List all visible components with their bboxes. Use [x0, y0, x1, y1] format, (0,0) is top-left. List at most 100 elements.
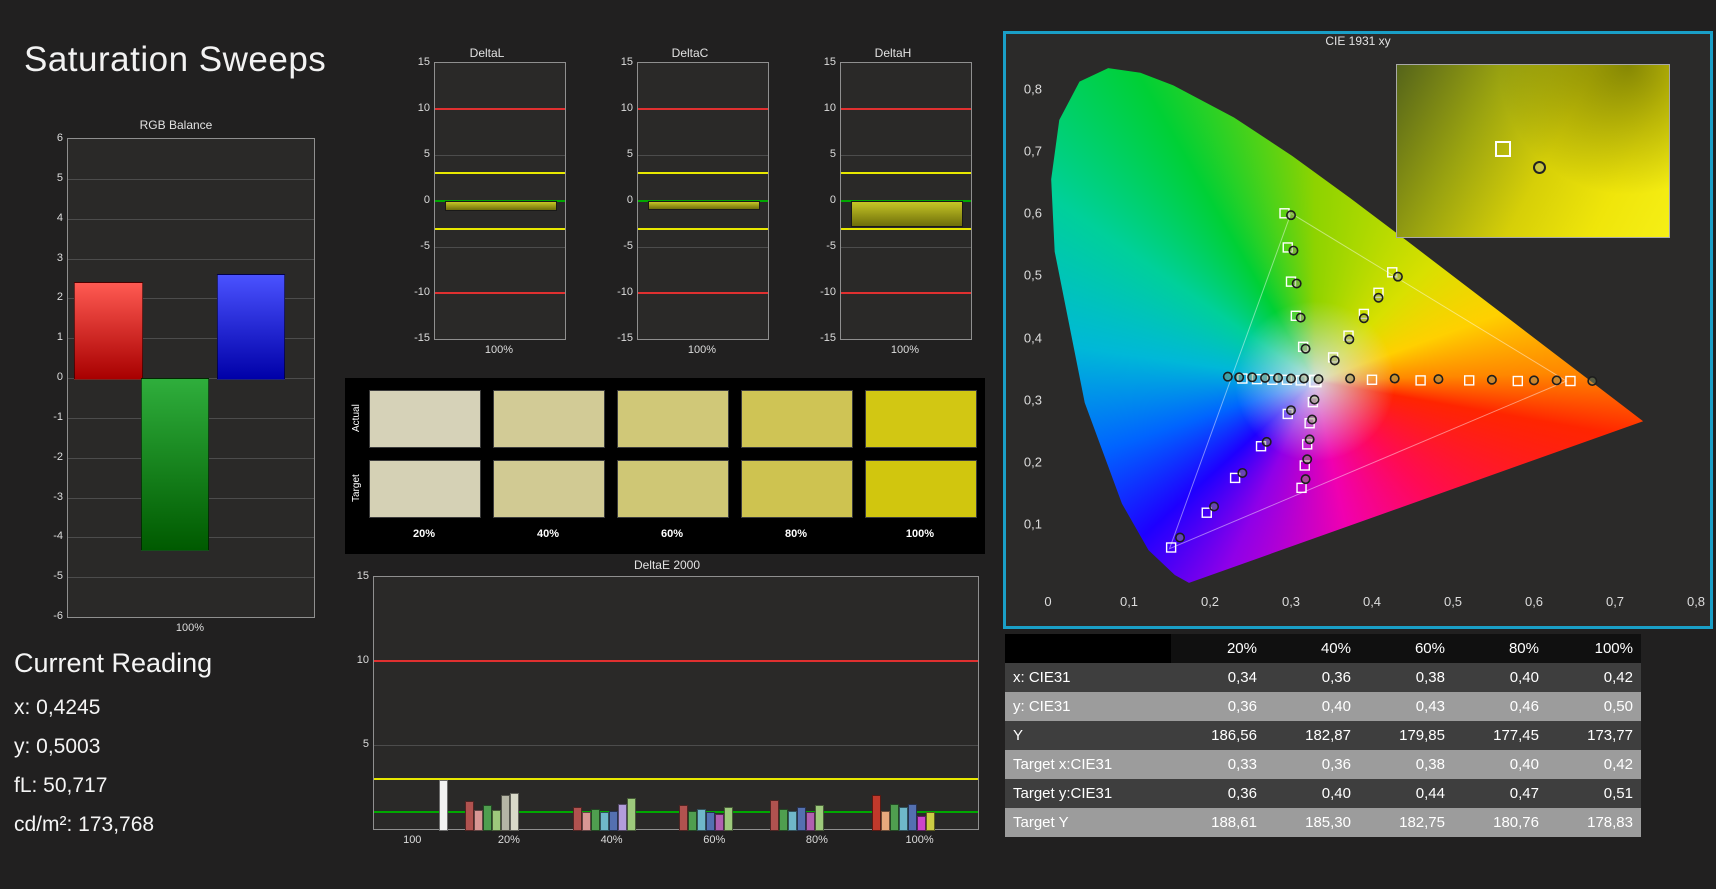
- table-value-cell: 173,77: [1547, 721, 1641, 750]
- cie-zoom-inset: [1396, 64, 1670, 238]
- reference-line: [841, 227, 971, 230]
- table-value-cell: 177,45: [1453, 721, 1547, 750]
- rgb-balance-chart[interactable]: RGB Balance -6 -5 -4 -3 -2 -1 0 1 2 3 4 5 6 100%: [35, 118, 317, 648]
- measurement-point: [1209, 501, 1220, 512]
- swatch-target-100%: [865, 460, 977, 518]
- deltae-bar: [473, 809, 483, 831]
- color-swatch-panel[interactable]: Actual Target 20% 40% 60% 80% 100%: [345, 378, 985, 554]
- target-square: [1415, 375, 1426, 386]
- deltae-bar: [491, 809, 501, 831]
- y-axis-tick: 15: [620, 56, 633, 68]
- measurement-point: [1286, 405, 1297, 416]
- y-axis-tick: -10: [820, 286, 836, 298]
- swatch-actual-60%: [617, 390, 729, 448]
- x-axis-tick: 0,5: [1443, 594, 1463, 609]
- deltae-bar: [706, 812, 716, 831]
- reference-line: [435, 108, 565, 110]
- table-value-cell: 0,38: [1359, 750, 1453, 779]
- x-axis-tick: 80%: [805, 834, 828, 846]
- target-square: [1512, 375, 1523, 387]
- reference-line: [638, 227, 768, 230]
- y-axis-tick: 0,8: [1023, 81, 1042, 97]
- table-value-cell: 0,34: [1171, 663, 1265, 692]
- table-header-cell: 40%: [1265, 634, 1359, 663]
- table-value-cell: 0,42: [1547, 750, 1641, 779]
- table-value-cell: 186,56: [1171, 721, 1265, 750]
- plot-area: [67, 138, 315, 618]
- current-reading-x: x: 0,4245: [14, 696, 101, 719]
- y-axis-tick: 6: [56, 132, 63, 144]
- y-axis-tick: -4: [53, 530, 63, 543]
- delta-bar: [648, 201, 760, 211]
- table-row: y: CIE31 0,36 0,40 0,43 0,46 0,50: [1005, 692, 1641, 721]
- table-corner-cell: [1005, 634, 1171, 663]
- deltae-bar: [482, 805, 492, 831]
- swatch-row-label: Target: [351, 474, 362, 502]
- table-row: Target y:CIE31 0,36 0,40 0,44 0,47 0,51: [1005, 779, 1641, 808]
- x-axis-tick: 100: [403, 834, 422, 846]
- swatch-actual-20%: [369, 390, 481, 448]
- measurement-point: [1304, 434, 1315, 445]
- delta-h-chart[interactable]: DeltaH -15 -10 -5 0 5 10 15 100%: [804, 46, 982, 371]
- y-axis-tick: 2: [56, 291, 63, 304]
- table-header-cell: 20%: [1171, 634, 1265, 663]
- measurement-point: [1587, 376, 1598, 387]
- cie-1931-diagram[interactable]: CIE 1931 xy 0 0,1 0,2 0,3 0,4 0,5 0,6 0,7 0,8 0,1 0…: [1003, 31, 1713, 629]
- measurement-point: [1234, 372, 1245, 383]
- measurement-point: [1551, 375, 1562, 386]
- x-axis-tick: 0: [1044, 594, 1052, 609]
- deltae-bar: [917, 815, 927, 831]
- reference-line: [374, 660, 978, 662]
- y-axis-tick: -6: [53, 610, 63, 622]
- deltae-bar: [899, 807, 909, 831]
- delta-l-chart[interactable]: DeltaL -15 -10 -5 0 5 10 15 100%: [398, 46, 576, 371]
- x-axis-tick: 0,8: [1686, 594, 1706, 609]
- swatch-col-label: 100%: [905, 528, 935, 540]
- gridline: [841, 155, 971, 156]
- x-axis-tick: 0,7: [1605, 594, 1625, 609]
- current-reading-y: y: 0,5003: [14, 735, 101, 758]
- chart-title: DeltaE 2000: [633, 558, 701, 572]
- chart-title: CIE 1931 xy: [1325, 34, 1391, 48]
- gridline: [638, 155, 768, 156]
- table-row-label: x: CIE31: [1005, 663, 1171, 692]
- measurement-point: [1291, 278, 1302, 289]
- table-row-label: Target Y: [1005, 808, 1171, 837]
- deltae-bar: [688, 810, 698, 831]
- deltae-bar: [796, 807, 806, 831]
- inset-target-square: [1494, 140, 1511, 157]
- delta-c-chart[interactable]: DeltaC -15 -10 -5 0 5 10 15 100%: [601, 46, 779, 371]
- target-square: [1464, 375, 1475, 386]
- measurement-point: [1486, 374, 1497, 385]
- deltae-bar: [805, 812, 815, 831]
- table-value-cell: 188,61: [1171, 808, 1265, 837]
- table-value-cell: 0,47: [1453, 779, 1547, 808]
- measurement-point: [1344, 334, 1355, 345]
- x-axis-tick: 0,1: [1119, 594, 1139, 609]
- results-table[interactable]: 20% 40% 60% 80% 100% x: CIE31 0,34 0,36 0,38 0,40…: [1005, 634, 1641, 837]
- measurement-point: [1302, 454, 1313, 465]
- gridline: [68, 178, 314, 180]
- y-axis-tick: -10: [617, 286, 633, 298]
- y-axis-tick: 0: [829, 194, 836, 206]
- table-value-cell: 0,40: [1453, 750, 1547, 779]
- reference-line: [841, 172, 971, 175]
- measurement-point: [1286, 210, 1297, 221]
- y-axis-tick: 1: [56, 331, 63, 344]
- measurement-point: [1329, 355, 1340, 366]
- measurement-point: [1288, 245, 1299, 256]
- table-row-label: Target x:CIE31: [1005, 750, 1171, 779]
- deltae-bar: [600, 812, 610, 831]
- swatch-actual-80%: [741, 390, 853, 448]
- inset-measurement-dot: [1533, 161, 1546, 175]
- plot-area: [434, 62, 566, 340]
- reference-line: [841, 292, 971, 294]
- swatch-target-20%: [369, 460, 481, 518]
- measurement-point: [1373, 292, 1384, 303]
- x-axis-label: 100%: [890, 344, 920, 356]
- table-value-cell: 0,36: [1171, 692, 1265, 721]
- delta-e-2000-chart[interactable]: DeltaE 2000 5 10 15 100 20% 40% 60% 80% 100%: [345, 558, 989, 868]
- y-axis-tick: 3: [56, 251, 63, 264]
- y-axis-tick: 5: [626, 148, 633, 160]
- y-axis-tick: -5: [623, 240, 633, 252]
